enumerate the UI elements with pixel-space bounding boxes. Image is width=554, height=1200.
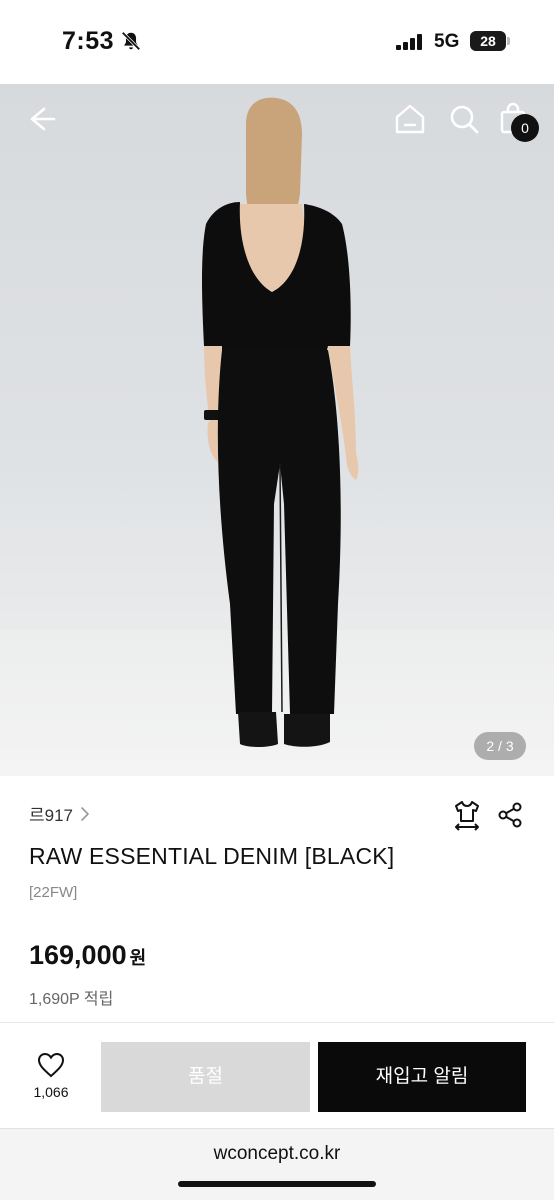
restock-alert-button[interactable]: 재입고 알림 <box>318 1042 526 1112</box>
soldout-button[interactable]: 품절 <box>101 1042 310 1112</box>
heart-icon <box>37 1052 65 1078</box>
product-price: 169,000 <box>29 940 127 970</box>
status-bar: 7:53 5G 28 <box>0 0 554 84</box>
divider <box>0 1022 554 1023</box>
chevron-right-icon <box>81 806 89 821</box>
search-icon[interactable] <box>446 101 482 137</box>
home-icon[interactable] <box>392 101 428 137</box>
size-guide-icon[interactable] <box>452 799 482 831</box>
cellular-signal-icon <box>396 34 422 50</box>
reward-points: 1,690P 적립 <box>29 991 114 1008</box>
url-text[interactable]: wconcept.co.kr <box>0 1143 554 1165</box>
model-photo <box>202 97 359 747</box>
like-count: 1,066 <box>33 1084 69 1100</box>
battery-nub <box>507 37 510 45</box>
share-icon[interactable] <box>496 801 524 829</box>
network-type: 5G <box>434 31 460 52</box>
price-row: 169,000 원 <box>29 940 146 971</box>
browser-url-bar[interactable]: wconcept.co.kr <box>0 1128 554 1200</box>
brand-name: 르917 <box>29 806 74 825</box>
product-image-carousel[interactable] <box>0 84 554 776</box>
status-time: 7:53 <box>62 27 115 55</box>
home-indicator[interactable] <box>178 1181 376 1187</box>
cart-count-badge[interactable]: 0 <box>511 114 539 142</box>
brand-link[interactable]: 르917 <box>29 801 91 826</box>
price-currency: 원 <box>129 948 147 968</box>
bell-muted-icon <box>121 31 141 51</box>
back-arrow-icon[interactable] <box>24 101 60 137</box>
battery-icon: 28 <box>470 31 506 51</box>
product-season: [22FW] <box>29 884 78 901</box>
product-title: RAW ESSENTIAL DENIM [BLACK] <box>29 843 395 869</box>
like-button[interactable]: 1,066 <box>22 1052 80 1108</box>
image-page-indicator: 2 / 3 <box>474 732 526 760</box>
